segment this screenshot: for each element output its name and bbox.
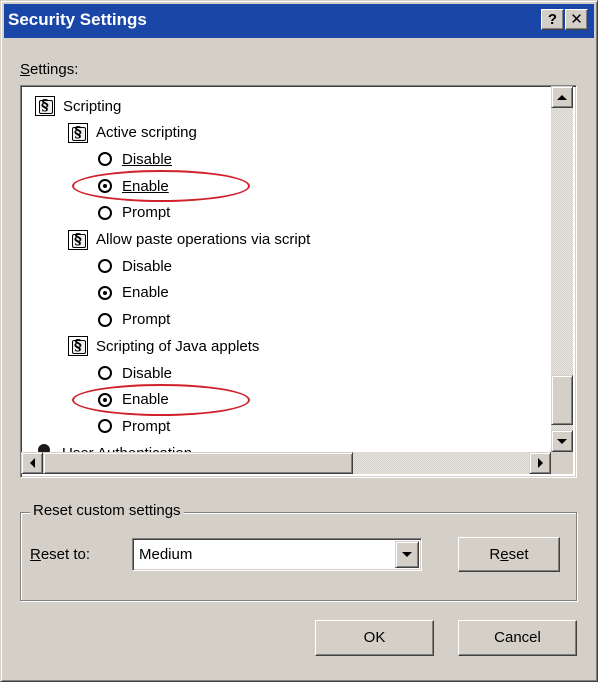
option-disable[interactable]: Disable [98, 147, 172, 171]
reset-group-legend: Reset custom settings [30, 502, 184, 519]
scroll-down-button[interactable] [551, 430, 573, 452]
vertical-scroll-thumb[interactable] [551, 375, 573, 425]
arrow-left-icon [29, 458, 35, 468]
reset-level-value: Medium [139, 546, 193, 563]
window-title: Security Settings [8, 10, 147, 29]
ok-button[interactable]: OK [315, 620, 434, 656]
tree-setting[interactable]: Allow paste operations via script [68, 228, 310, 252]
settings-label: Settings: [20, 61, 79, 78]
settings-tree-rows: Scripting Active scripting Disable Enable Pr… [21, 86, 551, 452]
tree-category[interactable]: Scripting [35, 94, 121, 118]
security-settings-dialog: Security Settings ? ✕ Settings: Scriptin… [0, 0, 598, 682]
tree-item-label: Enable [122, 284, 169, 302]
script-settings-icon [68, 122, 88, 143]
horizontal-scrollbar[interactable] [21, 452, 551, 474]
radio-empty-icon[interactable] [98, 312, 112, 327]
tree-item-label: Prompt [122, 204, 171, 222]
option-disable[interactable]: Disable [98, 361, 172, 385]
script-settings-icon [35, 96, 55, 116]
tree-item-label: User Authentication [62, 445, 192, 452]
tree-item-label: Allow paste operations via script [96, 231, 311, 248]
tree-item-label: Disable [122, 257, 173, 275]
reset-button[interactable]: Reset [458, 537, 560, 572]
option-enable[interactable]: Enable [98, 281, 169, 305]
arrow-up-icon [557, 94, 567, 100]
scroll-left-button[interactable] [21, 452, 43, 474]
tree-setting[interactable]: Scripting of Java applets [68, 334, 259, 358]
option-disable[interactable]: Disable [98, 254, 172, 278]
radio-empty-icon[interactable] [98, 419, 112, 434]
dropdown-button[interactable] [395, 541, 419, 568]
help-button[interactable]: ? [541, 9, 564, 30]
radio-empty-icon[interactable] [98, 366, 112, 380]
reset-level-dropdown[interactable]: Medium [132, 538, 422, 571]
scroll-up-button[interactable] [551, 86, 573, 108]
cancel-button[interactable]: Cancel [458, 620, 577, 656]
tree-item-label: Active scripting [96, 124, 197, 142]
option-prompt[interactable]: Prompt [98, 414, 170, 438]
scrollbar-corner [551, 452, 573, 474]
arrow-down-icon [557, 438, 567, 444]
radio-selected-icon[interactable] [98, 285, 112, 300]
tree-item-label: Disable [122, 364, 173, 382]
radio-empty-icon[interactable] [98, 205, 112, 220]
tree-item-label: Scripting of Java applets [96, 337, 260, 355]
user-authentication-icon [35, 444, 53, 452]
tree-category[interactable]: User Authentication [35, 441, 192, 452]
vertical-scrollbar[interactable] [551, 86, 573, 452]
reset-to-label: Reset to: [30, 546, 91, 563]
highlight-ellipse [72, 383, 250, 416]
close-button[interactable]: ✕ [565, 9, 588, 30]
tree-item-label: Scripting [63, 97, 122, 115]
highlight-ellipse [72, 170, 250, 203]
arrow-right-icon [537, 458, 543, 468]
tree-item-label: Disable [122, 150, 173, 168]
script-settings-icon [68, 336, 88, 357]
option-prompt[interactable]: Prompt [98, 201, 170, 225]
close-icon: ✕ [570, 11, 583, 28]
scroll-right-button[interactable] [529, 452, 551, 474]
settings-tree[interactable]: Scripting Active scripting Disable Enable Pr… [20, 85, 577, 478]
radio-empty-icon[interactable] [98, 259, 112, 274]
tree-item-label: Prompt [122, 311, 171, 329]
horizontal-scroll-thumb[interactable] [43, 452, 353, 474]
tree-setting[interactable]: Active scripting [68, 121, 197, 145]
help-icon: ? [547, 11, 558, 28]
option-prompt[interactable]: Prompt [98, 308, 170, 332]
tree-item-label: Prompt [122, 417, 171, 435]
radio-empty-icon[interactable] [98, 152, 112, 167]
title-bar[interactable]: Security Settings ? ✕ [4, 4, 594, 38]
script-settings-icon [68, 229, 88, 250]
chevron-down-icon [402, 552, 412, 557]
